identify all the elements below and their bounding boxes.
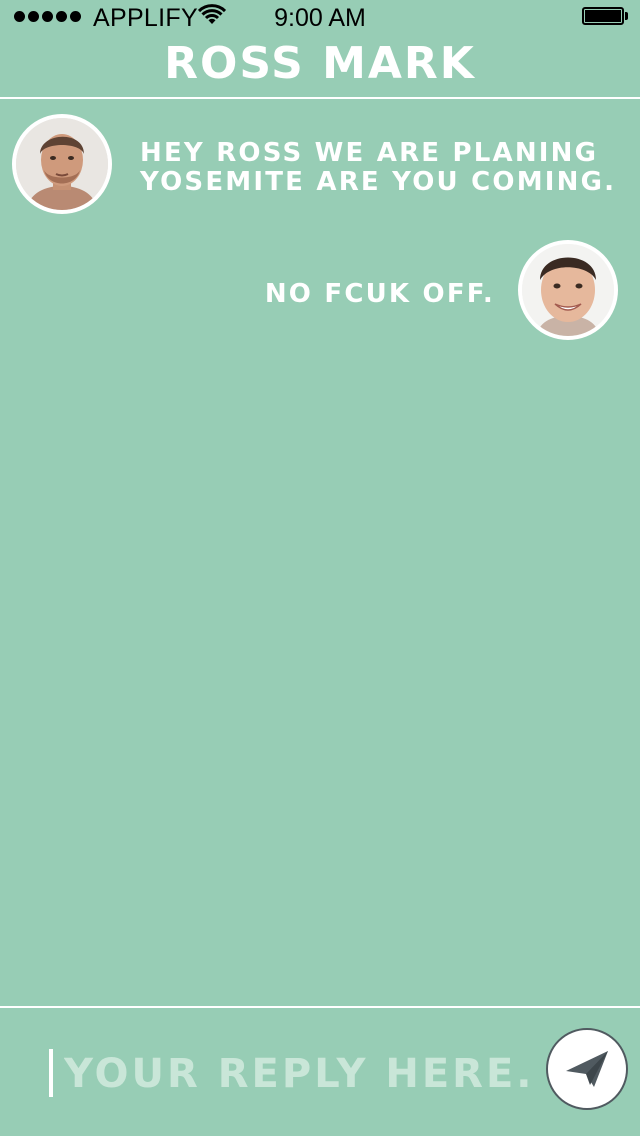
status-bar: APPLIFY 9:00 AM <box>0 0 640 36</box>
battery-icon <box>582 7 628 25</box>
header-divider <box>0 97 640 99</box>
message-line: NO FCUK OFF. <box>264 279 495 309</box>
user-avatar[interactable] <box>518 240 618 340</box>
paper-plane-icon <box>566 1051 608 1087</box>
text-cursor <box>49 1049 53 1097</box>
message-line: HEY ROSS WE ARE PLANING <box>140 138 599 168</box>
composer-divider <box>0 1006 640 1008</box>
page-title: ROSS MARK <box>164 38 476 89</box>
status-time: 9:00 AM <box>274 4 366 32</box>
message-bubble-user: NO FCUK OFF. <box>265 280 495 309</box>
reply-input[interactable] <box>64 1046 534 1102</box>
contact-avatar[interactable] <box>12 114 112 214</box>
message-bubble-contact: HEY ROSS WE ARE PLANING YOSEMITE ARE YOU… <box>140 139 616 197</box>
message-line: YOSEMITE ARE YOU COMING. <box>140 167 617 197</box>
send-button[interactable] <box>546 1028 628 1110</box>
user-avatar-image <box>522 244 614 336</box>
contact-avatar-image <box>16 118 108 210</box>
